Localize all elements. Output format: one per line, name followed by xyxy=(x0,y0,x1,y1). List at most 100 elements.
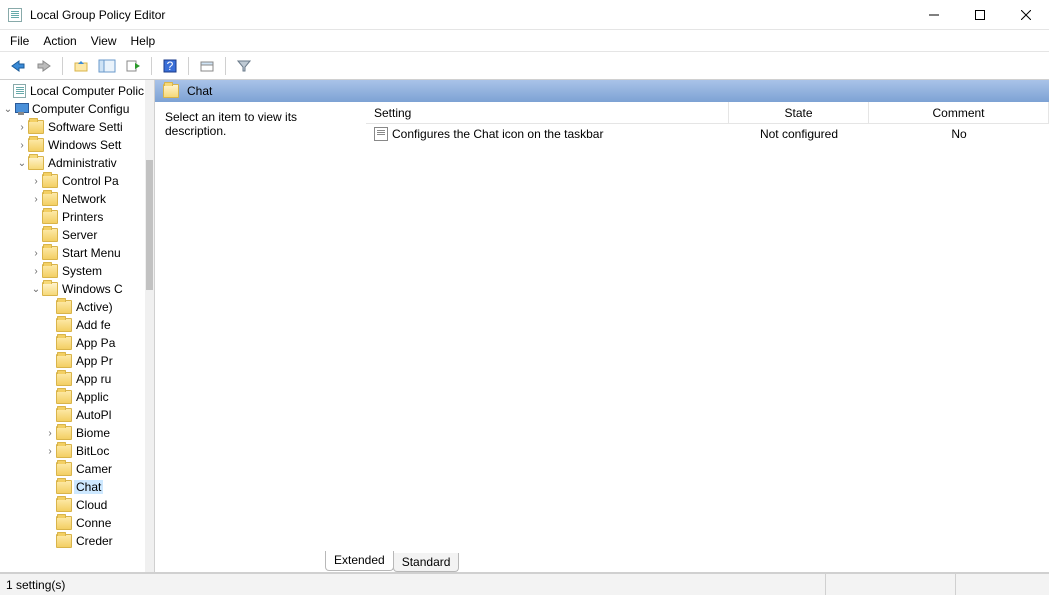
folder-icon xyxy=(42,174,58,188)
tree-root[interactable]: ▾Local Computer Polic xyxy=(2,82,146,100)
tree-credential[interactable]: ›Creder xyxy=(2,532,146,550)
tree-software-settings[interactable]: ›Software Setti xyxy=(2,118,146,136)
tree-printers[interactable]: ›Printers xyxy=(2,208,146,226)
list-item[interactable]: Configures the Chat icon on the taskbar … xyxy=(366,124,1049,144)
folder-icon xyxy=(56,390,72,404)
folder-open-icon xyxy=(42,282,58,296)
tree-camera[interactable]: ›Camer xyxy=(2,460,146,478)
folder-icon xyxy=(56,354,72,368)
tree-activex[interactable]: ›Active) xyxy=(2,298,146,316)
tree-windows-settings[interactable]: ›Windows Sett xyxy=(2,136,146,154)
detail-title: Chat xyxy=(187,84,212,98)
up-button[interactable] xyxy=(69,55,93,77)
tree-chat[interactable]: ›Chat xyxy=(2,478,146,496)
show-hide-tree-button[interactable] xyxy=(95,55,119,77)
tree-control-panel[interactable]: ›Control Pa xyxy=(2,172,146,190)
menubar: File Action View Help xyxy=(0,30,1049,52)
tree-connect[interactable]: ›Conne xyxy=(2,514,146,532)
folder-open-icon xyxy=(28,156,44,170)
tree-admin-templates[interactable]: ⌄Administrativ xyxy=(2,154,146,172)
folder-icon xyxy=(56,372,72,386)
folder-icon xyxy=(42,264,58,278)
menu-help[interactable]: Help xyxy=(131,34,156,48)
tab-extended[interactable]: Extended xyxy=(325,551,394,571)
tree-scrollbar[interactable] xyxy=(145,80,154,572)
maximize-button[interactable] xyxy=(957,0,1003,29)
folder-icon xyxy=(56,426,72,440)
app-icon xyxy=(8,8,22,22)
folder-icon xyxy=(56,534,72,548)
forward-button[interactable] xyxy=(32,55,56,77)
properties-button[interactable] xyxy=(195,55,219,77)
detail-header: Chat xyxy=(155,80,1049,102)
folder-icon xyxy=(42,228,58,242)
separator xyxy=(225,57,226,75)
window-title: Local Group Policy Editor xyxy=(30,8,165,22)
folder-icon xyxy=(28,120,44,134)
folder-icon xyxy=(56,498,72,512)
computer-icon xyxy=(14,102,28,116)
tree-bitlocker[interactable]: ›BitLoc xyxy=(2,442,146,460)
tree-cloud[interactable]: ›Cloud xyxy=(2,496,146,514)
tree-pane: ▾Local Computer Polic ⌄Computer Configu … xyxy=(0,80,155,572)
folder-icon xyxy=(56,462,72,476)
policy-tree[interactable]: ▾Local Computer Polic ⌄Computer Configu … xyxy=(0,80,146,552)
folder-icon xyxy=(56,318,72,332)
folder-icon xyxy=(42,192,58,206)
folder-icon xyxy=(42,210,58,224)
tree-system[interactable]: ›System xyxy=(2,262,146,280)
folder-icon xyxy=(56,444,72,458)
back-button[interactable] xyxy=(6,55,30,77)
folder-icon xyxy=(56,480,72,494)
setting-name: Configures the Chat icon on the taskbar xyxy=(392,127,603,141)
help-button[interactable]: ? xyxy=(158,55,182,77)
minimize-button[interactable] xyxy=(911,0,957,29)
col-state[interactable]: State xyxy=(729,102,869,123)
tree-start-menu[interactable]: ›Start Menu xyxy=(2,244,146,262)
setting-comment: No xyxy=(869,127,1049,141)
status-text: 1 setting(s) xyxy=(6,578,65,592)
window-controls xyxy=(911,0,1049,29)
toolbar: ? xyxy=(0,52,1049,80)
tree-server[interactable]: ›Server xyxy=(2,226,146,244)
settings-list: Setting State Comment Configures the Cha… xyxy=(365,102,1049,550)
tree-autoplay[interactable]: ›AutoPl xyxy=(2,406,146,424)
menu-action[interactable]: Action xyxy=(43,34,76,48)
tree-biometrics[interactable]: ›Biome xyxy=(2,424,146,442)
document-icon xyxy=(13,84,26,98)
tree-app-privacy[interactable]: ›App Pr xyxy=(2,352,146,370)
scroll-thumb[interactable] xyxy=(146,160,153,290)
policy-icon xyxy=(374,127,388,141)
folder-icon xyxy=(56,336,72,350)
main-area: ▾Local Computer Polic ⌄Computer Configu … xyxy=(0,80,1049,573)
export-button[interactable] xyxy=(121,55,145,77)
filter-button[interactable] xyxy=(232,55,256,77)
list-header: Setting State Comment xyxy=(366,102,1049,124)
setting-state: Not configured xyxy=(729,127,869,141)
svg-text:?: ? xyxy=(167,59,174,73)
titlebar: Local Group Policy Editor xyxy=(0,0,1049,30)
col-setting[interactable]: Setting xyxy=(366,102,729,123)
description-column: Select an item to view its description. xyxy=(155,102,365,550)
tree-network[interactable]: ›Network xyxy=(2,190,146,208)
tree-app-runtime[interactable]: ›App ru xyxy=(2,370,146,388)
description-placeholder: Select an item to view its description. xyxy=(165,110,297,138)
statusbar: 1 setting(s) xyxy=(0,573,1049,595)
tree-application[interactable]: ›Applic xyxy=(2,388,146,406)
menu-view[interactable]: View xyxy=(91,34,117,48)
separator xyxy=(188,57,189,75)
menu-file[interactable]: File xyxy=(10,34,29,48)
tree-computer-config[interactable]: ⌄Computer Configu xyxy=(2,100,146,118)
col-comment[interactable]: Comment xyxy=(869,102,1049,123)
close-button[interactable] xyxy=(1003,0,1049,29)
tab-standard[interactable]: Standard xyxy=(393,553,460,572)
separator xyxy=(62,57,63,75)
folder-icon xyxy=(56,300,72,314)
folder-icon xyxy=(42,246,58,260)
view-tabs: Extended Standard xyxy=(155,550,1049,572)
tree-add-features[interactable]: ›Add fe xyxy=(2,316,146,334)
folder-icon xyxy=(56,516,72,530)
detail-pane: Chat Select an item to view its descript… xyxy=(155,80,1049,572)
tree-windows-components[interactable]: ⌄Windows C xyxy=(2,280,146,298)
tree-app-package[interactable]: ›App Pa xyxy=(2,334,146,352)
